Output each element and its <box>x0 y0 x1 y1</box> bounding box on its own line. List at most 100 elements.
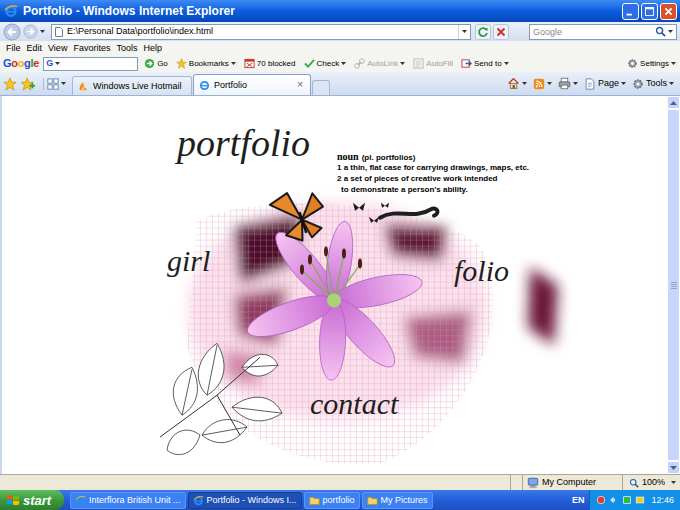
taskbar: start Interflora British Unit ... Portfoli… <box>0 490 680 510</box>
menu-item[interactable]: View <box>45 44 70 53</box>
minimize-button[interactable] <box>622 3 639 20</box>
page-icon <box>199 80 210 91</box>
dropdown-arrow-icon <box>341 62 346 65</box>
command-button[interactable]: Page <box>584 78 626 90</box>
printer-icon <box>558 77 571 90</box>
tab[interactable]: Windows Live Hotmail <box>72 76 192 95</box>
definition-sense: 2 a set of pieces of creative work inten… <box>337 174 529 184</box>
toolbar-button[interactable]: Send to <box>459 58 511 69</box>
language-indicator[interactable]: EN <box>567 496 590 505</box>
content-area: portfolionoun(pl. portfolios)1 a thin, f… <box>0 96 680 474</box>
minimize-icon <box>623 3 638 20</box>
ie-icon <box>4 4 18 18</box>
toolbar-item-icon <box>304 58 315 69</box>
page-icon <box>54 27 64 37</box>
command-button[interactable]: Tools <box>632 78 674 90</box>
settings-button[interactable]: Settings <box>627 58 676 69</box>
tray-folder-icon[interactable] <box>635 495 645 505</box>
toolbar-button: AutoLink <box>352 58 407 69</box>
add-favorite-icon[interactable] <box>21 77 35 91</box>
folder-icon <box>309 495 320 506</box>
nav-link[interactable]: contact <box>310 389 398 419</box>
stop-icon[interactable] <box>493 24 509 40</box>
command-bar: Page Tools <box>507 77 674 90</box>
search-input[interactable] <box>530 25 655 39</box>
print-button[interactable] <box>558 77 578 90</box>
tab[interactable]: Portfolio× <box>193 74 311 95</box>
volume-icon[interactable] <box>609 495 619 505</box>
status-message <box>0 475 510 490</box>
dropdown-arrow-icon <box>671 62 676 65</box>
nav-link[interactable]: folio <box>454 256 509 286</box>
settings-label: Settings <box>640 60 669 68</box>
toolbar-item-icon <box>144 58 155 69</box>
scrollbar[interactable] <box>667 96 680 474</box>
title-bar: Portfolio - Windows Internet Explorer <box>0 0 680 22</box>
menu-item[interactable]: Help <box>140 44 165 53</box>
search-field[interactable] <box>529 24 677 40</box>
google-field-label: G <box>46 59 53 68</box>
back-icon[interactable] <box>3 23 21 41</box>
history-arrow-icon[interactable] <box>40 30 45 33</box>
command-label: Page <box>598 79 619 88</box>
forward-icon[interactable] <box>23 24 38 39</box>
tray-app-icon[interactable] <box>622 495 632 505</box>
definition-sense: 1 a thin, flat case for carrying drawing… <box>337 163 529 173</box>
toolbar-button[interactable]: 70 blocked <box>242 58 298 69</box>
search-dropdown-icon[interactable] <box>668 30 673 33</box>
zoom-button[interactable]: 100% <box>622 475 680 490</box>
toolbar-button[interactable]: Go <box>142 58 170 69</box>
taskbar-button[interactable]: Interflora British Unit ... <box>70 492 186 509</box>
close-button[interactable] <box>660 3 677 20</box>
start-button[interactable]: start <box>0 490 64 510</box>
address-field[interactable]: E:\Personal Data\portfolio\index.html <box>51 24 471 40</box>
toolbar-button[interactable]: Bookmarks <box>174 58 238 69</box>
down-arrow-icon <box>670 466 677 470</box>
home-button[interactable] <box>507 77 527 90</box>
nav-link[interactable]: girl <box>167 246 210 276</box>
tab-close-button[interactable]: × <box>295 80 305 90</box>
taskbar-button[interactable]: Portfolio - Windows I... <box>188 492 302 509</box>
hotmail-icon <box>78 81 89 92</box>
google-search-field[interactable]: G <box>43 57 138 71</box>
toolbar-item-label: AutoFill <box>426 60 453 68</box>
taskbar-button[interactable]: portfolio <box>304 492 360 509</box>
favorites-star-icon[interactable] <box>3 77 17 91</box>
refresh-icon[interactable] <box>475 24 491 40</box>
taskbar-button-label: portfolio <box>323 496 355 505</box>
quick-tabs-button[interactable] <box>43 78 66 90</box>
new-tab-button[interactable] <box>312 80 330 95</box>
menu-item[interactable]: File <box>3 44 24 53</box>
tab-row: Windows Live HotmailPortfolio× Page Tools <box>0 72 680 96</box>
page-icon <box>584 78 596 90</box>
dropdown-arrow-icon <box>573 82 578 85</box>
tray-status-icon[interactable] <box>596 495 606 505</box>
search-icon[interactable] <box>655 26 666 37</box>
menu-item[interactable]: Tools <box>113 44 140 53</box>
zone-label: My Computer <box>542 478 596 487</box>
dropdown-arrow-icon <box>400 62 405 65</box>
menu-item[interactable]: Edit <box>24 44 46 53</box>
feed-icon <box>533 78 545 90</box>
tab-strip: Windows Live HotmailPortfolio× <box>72 74 330 95</box>
menu-item[interactable]: Favorites <box>70 44 113 53</box>
scroll-down-button[interactable] <box>667 461 680 474</box>
maximize-button[interactable] <box>641 3 658 20</box>
taskbar-button[interactable]: My Pictures <box>362 492 433 509</box>
address-url[interactable]: E:\Personal Data\portfolio\index.html <box>67 27 213 36</box>
maximize-icon <box>642 3 657 20</box>
feeds-button[interactable] <box>533 78 552 90</box>
scroll-up-button[interactable] <box>667 96 680 109</box>
google-toolbar: GoogleGGoBookmarks70 blockedCheckAutoLin… <box>0 55 680 72</box>
scroll-thumb[interactable] <box>667 109 680 461</box>
gear-icon <box>632 78 644 90</box>
address-dropdown[interactable] <box>458 25 470 39</box>
taskbar-button-label: Portfolio - Windows I... <box>207 496 297 505</box>
toolbar-item-icon <box>413 58 424 69</box>
dropdown-arrow-icon <box>669 82 674 85</box>
definition-note: (pl. portfolios) <box>362 154 416 162</box>
close-icon <box>661 3 676 20</box>
dropdown-arrow-icon <box>522 82 527 85</box>
address-row: E:\Personal Data\portfolio\index.html <box>0 22 680 41</box>
toolbar-button[interactable]: Check <box>302 58 349 69</box>
